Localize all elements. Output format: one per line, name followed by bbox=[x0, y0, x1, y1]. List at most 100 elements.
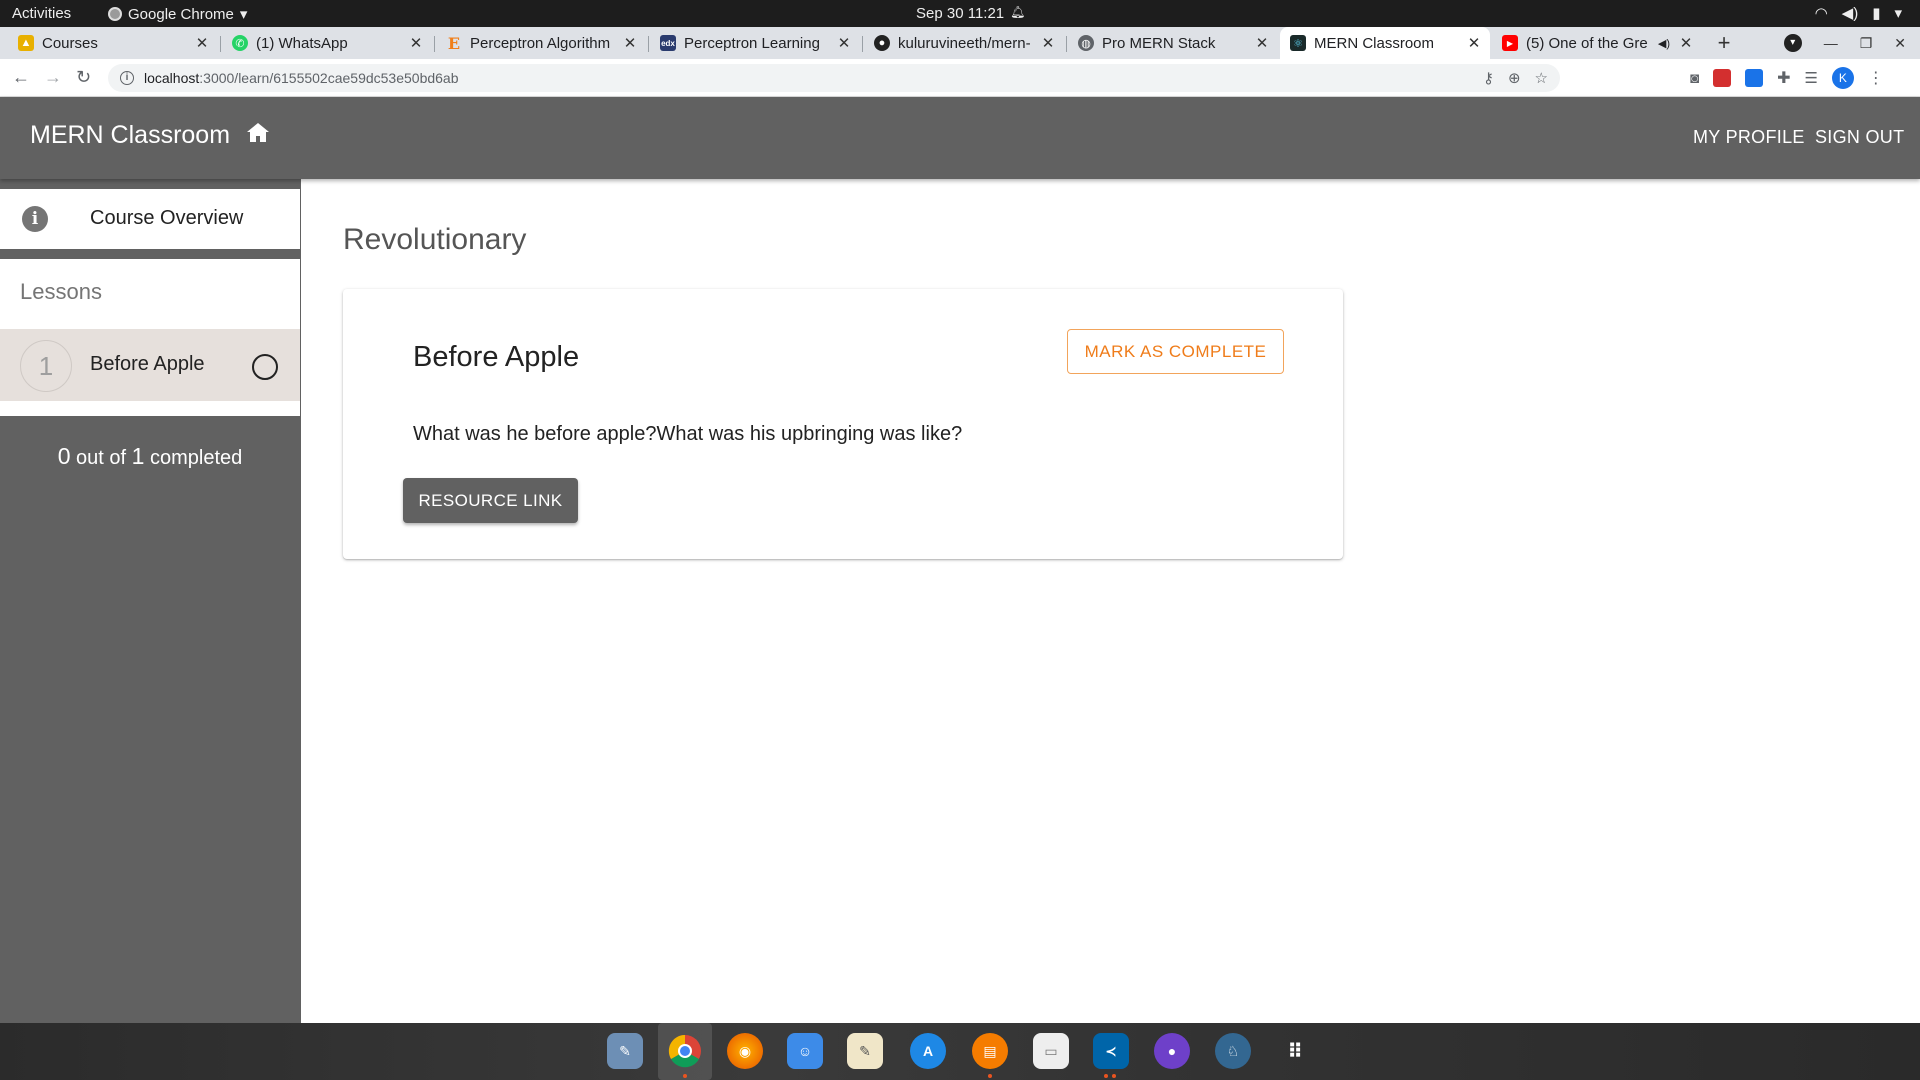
screenshot-app-icon[interactable]: ✎ bbox=[607, 1033, 643, 1069]
github-favicon: ● bbox=[874, 35, 890, 51]
globe-favicon: ◍ bbox=[1078, 35, 1094, 51]
running-indicator bbox=[683, 1074, 687, 1078]
close-icon[interactable]: ✕ bbox=[1252, 34, 1272, 52]
running-indicator bbox=[1112, 1074, 1116, 1078]
lesson-number-avatar: 1 bbox=[20, 340, 72, 392]
text-editor-icon[interactable]: ▭ bbox=[1033, 1033, 1069, 1069]
postgres-icon[interactable]: ♘ bbox=[1215, 1033, 1251, 1069]
site-info-icon[interactable]: i bbox=[120, 71, 134, 85]
tab-label: (1) WhatsApp bbox=[256, 34, 348, 52]
app-store-icon[interactable]: A bbox=[910, 1033, 946, 1069]
address-bar[interactable]: i localhost:3000/learn/6155502cae59dc53e… bbox=[108, 64, 1560, 92]
tab-youtube[interactable]: ▶ (5) One of the Gre ◀) ✕ bbox=[1492, 27, 1702, 59]
completed-count: 0 bbox=[57, 443, 71, 469]
speaker-icon[interactable]: ◀) bbox=[1658, 37, 1670, 50]
zoom-icon[interactable]: ⊕ bbox=[1508, 69, 1521, 87]
my-profile-button[interactable]: MY PROFILE bbox=[1693, 127, 1805, 148]
system-tray[interactable]: ◠ ◀) ▮ ▾ bbox=[1815, 4, 1902, 22]
wifi-icon: ◠ bbox=[1814, 5, 1828, 22]
chrome-icon[interactable] bbox=[667, 1033, 703, 1069]
clock[interactable]: Sep 30 11:21 🔔︎ bbox=[916, 5, 1025, 22]
mark-as-complete-button[interactable]: MARK AS COMPLETE bbox=[1067, 329, 1284, 374]
close-icon[interactable]: ✕ bbox=[1038, 34, 1058, 52]
caret-down-icon: ▾ bbox=[1894, 5, 1902, 22]
close-icon[interactable]: ✕ bbox=[1464, 34, 1484, 52]
activities-button[interactable]: Activities bbox=[12, 5, 71, 22]
course-overview-item[interactable]: i Course Overview bbox=[0, 189, 300, 249]
finder-icon[interactable]: ☺ bbox=[787, 1033, 823, 1069]
tab-pro-mern-stack[interactable]: ◍ Pro MERN Stack ✕ bbox=[1068, 27, 1278, 59]
app-grid-icon[interactable]: ⠿ bbox=[1276, 1033, 1312, 1069]
react-favicon: ⚛ bbox=[1290, 35, 1306, 51]
window-controls: ▾ — ❐ ✕ bbox=[1783, 27, 1906, 59]
tab-label: Perceptron Algorithm bbox=[470, 34, 611, 52]
firefox-icon[interactable]: ◉ bbox=[727, 1033, 763, 1069]
running-indicator bbox=[988, 1074, 992, 1078]
home-icon[interactable] bbox=[246, 121, 270, 150]
system-top-bar: Activities Google Chrome ▾ Sep 30 11:21 … bbox=[0, 0, 1920, 27]
course-sidebar: i Course Overview Lessons 1 Before Apple… bbox=[0, 179, 301, 1023]
minimize-icon[interactable]: — bbox=[1824, 35, 1838, 51]
youtube-favicon: ▶ bbox=[1502, 35, 1518, 51]
courses-favicon: ▲ bbox=[18, 35, 34, 51]
puzzle-icon[interactable]: ✚ bbox=[1777, 68, 1790, 88]
app-menu[interactable]: Google Chrome ▾ bbox=[108, 5, 247, 23]
tab-divider bbox=[1066, 36, 1067, 52]
omnibox-actions: ⚷ ⊕ ☆ bbox=[1483, 69, 1548, 87]
edureka-favicon: E bbox=[447, 33, 461, 53]
sign-out-button[interactable]: SIGN OUT bbox=[1815, 127, 1904, 148]
tab-label: (5) One of the Gre bbox=[1526, 34, 1648, 52]
chrome-icon bbox=[108, 7, 122, 21]
avatar[interactable]: K bbox=[1831, 67, 1854, 89]
key-icon[interactable]: ⚷ bbox=[1483, 69, 1494, 87]
back-icon[interactable]: ← bbox=[12, 67, 30, 88]
close-icon[interactable]: ✕ bbox=[1676, 34, 1696, 52]
extension-icon[interactable] bbox=[1713, 69, 1732, 87]
new-tab-button[interactable]: + bbox=[1710, 27, 1738, 59]
tab-courses[interactable]: ▲ Courses ✕ bbox=[8, 27, 218, 59]
tab-divider bbox=[220, 36, 221, 52]
extension-icon[interactable] bbox=[1745, 69, 1764, 87]
books-icon[interactable]: ▤ bbox=[972, 1033, 1008, 1069]
forward-icon[interactable]: → bbox=[44, 67, 62, 88]
tab-perceptron-algorithm[interactable]: E Perceptron Algorithm ✕ bbox=[436, 27, 646, 59]
incomplete-circle-icon bbox=[252, 354, 278, 380]
dock: ✎ ◉ ☺ ✎ A ▤ ▭ ≺ ● ♘ ⠿ bbox=[0, 1023, 1920, 1080]
tab-github[interactable]: ● kuluruvineeth/mern- ✕ bbox=[864, 27, 1064, 59]
close-icon[interactable]: ✕ bbox=[192, 34, 212, 52]
volume-icon: ◀) bbox=[1841, 5, 1859, 22]
tab-perceptron-learning[interactable]: edx Perceptron Learning ✕ bbox=[650, 27, 860, 59]
course-overview-label: Course Overview bbox=[90, 207, 244, 229]
tab-mern-classroom[interactable]: ⚛ MERN Classroom ✕ bbox=[1280, 27, 1490, 59]
close-icon[interactable]: ✕ bbox=[406, 34, 426, 52]
reload-icon[interactable]: ↻ bbox=[76, 67, 91, 88]
brand-title: MERN Classroom bbox=[30, 121, 231, 149]
vscode-icon[interactable]: ≺ bbox=[1093, 1033, 1129, 1069]
close-window-icon[interactable]: ✕ bbox=[1894, 35, 1906, 52]
resource-link-button[interactable]: RESOURCE LINK bbox=[403, 478, 578, 523]
tab-divider bbox=[434, 36, 435, 52]
tab-whatsapp[interactable]: ✆ (1) WhatsApp ✕ bbox=[222, 27, 432, 59]
restore-icon[interactable]: ❐ bbox=[1860, 35, 1873, 52]
app-bar: MERN Classroom MY PROFILE SIGN OUT bbox=[0, 97, 1920, 179]
close-icon[interactable]: ✕ bbox=[834, 34, 854, 52]
total-count: 1 bbox=[131, 443, 145, 469]
running-indicator bbox=[1104, 1074, 1108, 1078]
whatsapp-favicon: ✆ bbox=[232, 35, 248, 51]
notes-icon[interactable]: ✎ bbox=[847, 1033, 883, 1069]
reading-list-icon[interactable]: ☰ bbox=[1804, 69, 1817, 87]
camera-icon[interactable]: ◙ bbox=[1690, 70, 1699, 87]
tab-divider bbox=[648, 36, 649, 52]
toolbar: ← → ↻ i localhost:3000/learn/6155502cae5… bbox=[0, 59, 1920, 97]
github-desktop-icon[interactable]: ● bbox=[1154, 1033, 1190, 1069]
lesson-item[interactable]: 1 Before Apple bbox=[0, 329, 300, 401]
tab-search-icon[interactable]: ▾ bbox=[1783, 34, 1802, 52]
battery-icon: ▮ bbox=[1872, 5, 1881, 22]
more-menu-icon[interactable]: ⋮ bbox=[1868, 68, 1884, 88]
tab-strip: ▲ Courses ✕ ✆ (1) WhatsApp ✕ E Perceptro… bbox=[0, 27, 1920, 59]
screen: Activities Google Chrome ▾ Sep 30 11:21 … bbox=[0, 0, 1920, 1080]
bookmark-star-icon[interactable]: ☆ bbox=[1535, 69, 1548, 87]
lessons-header: Lessons bbox=[20, 279, 102, 304]
url-host: localhost bbox=[144, 70, 200, 86]
close-icon[interactable]: ✕ bbox=[620, 34, 640, 52]
